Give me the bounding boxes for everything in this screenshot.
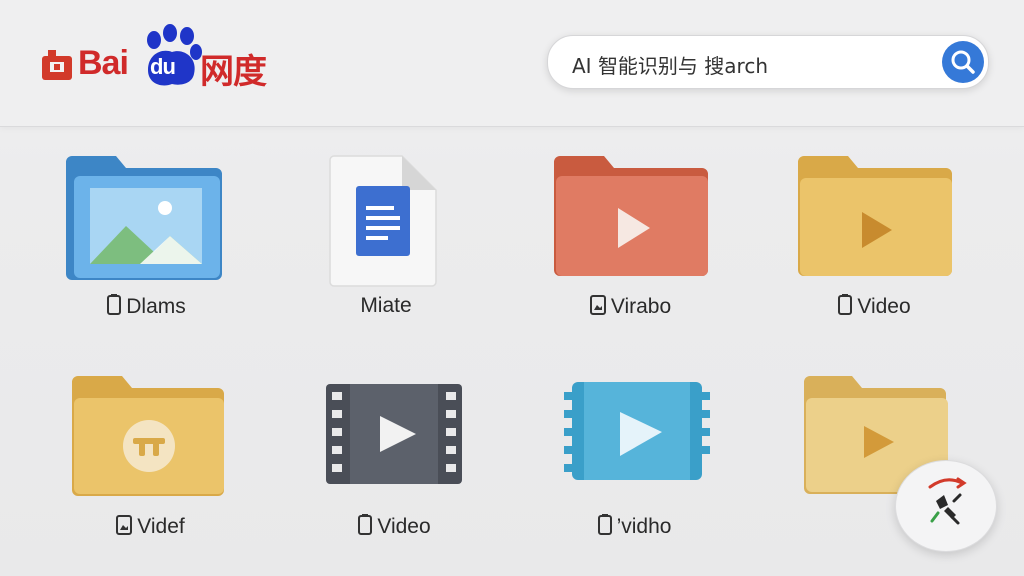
file-item[interactable]: Virabo xyxy=(520,150,740,350)
file-icon xyxy=(597,514,612,535)
page: Bai du 网度 AI 智能识别与 搜arch Dlams Miate Vir… xyxy=(0,0,1024,576)
assistant-button[interactable] xyxy=(895,460,997,552)
file-item[interactable]: Video xyxy=(764,150,984,350)
file-icon xyxy=(838,294,853,315)
search-input[interactable]: AI 智能识别与 搜arch xyxy=(572,50,768,79)
file-icon xyxy=(358,514,373,535)
file-icon xyxy=(107,294,122,315)
logo-du-text: du xyxy=(150,54,176,79)
document-icon xyxy=(329,155,437,287)
search-icon xyxy=(951,50,975,74)
file-label-text: Video xyxy=(377,515,431,538)
image-file-icon xyxy=(116,515,133,535)
file-item[interactable]: ’vidho xyxy=(524,370,744,570)
video-folder-icon xyxy=(798,156,952,276)
file-label-text: Miate xyxy=(360,294,412,317)
file-label-text: ’vidho xyxy=(616,515,672,538)
file-label-text: Video xyxy=(857,295,911,318)
file-label: Dlams xyxy=(36,294,256,319)
film-icon xyxy=(326,384,462,484)
search-button[interactable] xyxy=(942,41,984,83)
file-item[interactable]: Miate xyxy=(276,150,496,350)
file-label: ’vidho xyxy=(524,514,744,539)
video-file-icon xyxy=(564,382,710,480)
file-label: Video xyxy=(764,294,984,319)
file-item[interactable]: Video xyxy=(284,370,504,570)
baidu-logo[interactable]: Bai du 网度 xyxy=(40,24,280,94)
file-item[interactable]: Videf xyxy=(40,370,260,570)
search-bar[interactable]: AI 智能识别与 搜arch xyxy=(547,35,989,89)
file-label: Virabo xyxy=(520,294,740,319)
video-folder-icon xyxy=(554,156,708,276)
file-label-text: Virabo xyxy=(610,295,672,318)
image-file-icon xyxy=(589,295,606,315)
file-label-text: Dlams xyxy=(126,295,186,318)
assistant-icon xyxy=(928,477,967,525)
logo-bai-text: Bai xyxy=(78,44,129,82)
file-item[interactable]: Dlams xyxy=(36,150,256,350)
media-folder-icon xyxy=(72,376,224,496)
logo-chinese-text: 网度 xyxy=(200,53,267,91)
file-label-text: Videf xyxy=(137,515,185,538)
logo-mark-icon xyxy=(42,50,72,80)
file-label: Miate xyxy=(276,294,496,318)
file-label: Videf xyxy=(40,514,260,539)
header: Bai du 网度 AI 智能识别与 搜arch xyxy=(0,0,1024,127)
file-label: Video xyxy=(284,514,504,539)
image-folder-icon xyxy=(66,156,222,280)
